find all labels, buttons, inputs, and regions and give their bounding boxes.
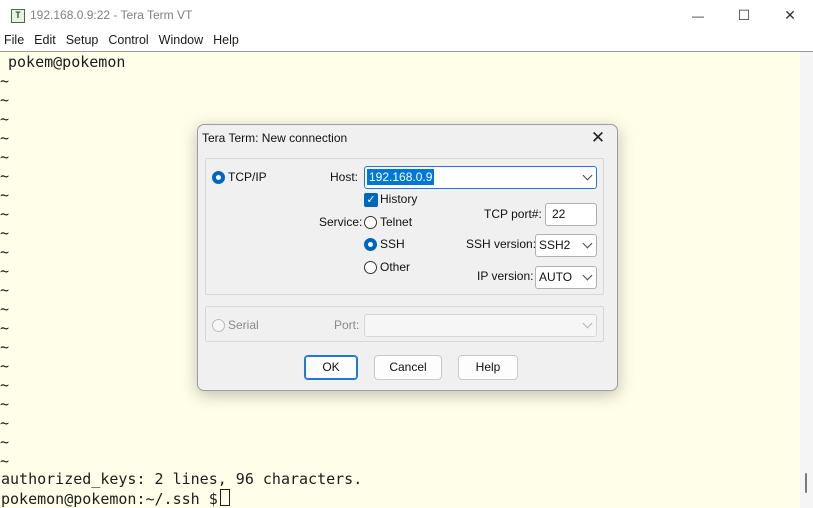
scrollbar-thumb[interactable] — [805, 473, 807, 493]
dialog-close-button[interactable]: ✕ — [587, 127, 609, 149]
vi-tilde: ~ — [0, 224, 10, 242]
menu-bar: File Edit Setup Control Window Help — [0, 31, 813, 52]
terminal-status-line: authorized_keys: 2 lines, 96 characters. — [1, 470, 363, 488]
vi-tilde: ~ — [0, 452, 10, 470]
maximize-icon: ☐ — [737, 7, 751, 23]
terminal-first-line: pokem@pokemon — [8, 53, 126, 71]
new-connection-dialog: Tera Term: New connection ✕ TCP/IP Host:… — [197, 124, 618, 391]
ip-version-select[interactable]: AUTO — [535, 266, 597, 289]
vi-tilde: ~ — [0, 129, 10, 147]
ssh-version-label: SSH version: — [466, 237, 537, 251]
chevron-down-icon[interactable] — [582, 318, 593, 329]
ok-button[interactable]: OK — [304, 355, 358, 380]
help-button[interactable]: Help — [458, 355, 518, 380]
vi-tilde: ~ — [0, 72, 10, 90]
vi-tilde: ~ — [0, 205, 10, 223]
vi-tilde: ~ — [0, 110, 10, 128]
close-window-button[interactable]: ✕ — [767, 0, 813, 31]
dialog-title: Tera Term: New connection — [202, 131, 348, 145]
history-label: History — [380, 192, 418, 206]
vi-tilde: ~ — [0, 91, 10, 109]
vi-tilde: ~ — [0, 395, 10, 413]
ssh-version-value: SSH2 — [539, 238, 571, 252]
checkmark-icon: ✓ — [366, 193, 376, 206]
window-title: 192.168.0.9:22 - Tera Term VT — [30, 8, 193, 22]
history-checkbox[interactable]: ✓ — [364, 193, 378, 207]
menu-help[interactable]: Help — [208, 31, 244, 51]
telnet-radio[interactable] — [364, 216, 377, 229]
minimize-button[interactable]: — — [675, 0, 721, 31]
vi-tilde: ~ — [0, 338, 10, 356]
vi-tilde: ~ — [0, 262, 10, 280]
close-icon: ✕ — [784, 7, 796, 23]
telnet-label: Telnet — [380, 215, 413, 229]
other-label: Other — [380, 260, 411, 274]
vi-tilde: ~ — [0, 414, 10, 432]
ssh-version-select[interactable]: SSH2 — [535, 234, 597, 257]
menu-edit[interactable]: Edit — [29, 31, 61, 51]
vi-tilde: ~ — [0, 186, 10, 204]
chevron-down-icon[interactable] — [582, 170, 593, 181]
menu-file[interactable]: File — [0, 31, 29, 51]
vi-tilde: ~ — [0, 167, 10, 185]
serial-port-select[interactable] — [364, 314, 597, 337]
ssh-label: SSH — [380, 237, 405, 251]
terminal-prompt-line: pokemon@pokemon:~/.ssh $ — [1, 489, 230, 508]
tcp-port-input[interactable]: 22 — [545, 203, 597, 226]
host-value: 192.168.0.9 — [367, 169, 435, 185]
serial-radio[interactable] — [212, 319, 225, 332]
tcpip-radio[interactable] — [212, 171, 225, 184]
menu-control[interactable]: Control — [103, 31, 153, 51]
maximize-button[interactable]: ☐ — [721, 0, 767, 31]
tcp-port-value: 22 — [552, 207, 566, 221]
tcp-port-label: TCP port#: — [484, 207, 542, 221]
serial-label: Serial — [228, 318, 259, 332]
vi-tilde: ~ — [0, 433, 10, 451]
host-label: Host: — [330, 170, 359, 184]
ssh-radio[interactable] — [364, 238, 377, 251]
terminal-cursor — [219, 489, 230, 506]
service-label: Service: — [319, 215, 363, 229]
close-icon: ✕ — [590, 128, 606, 147]
ip-version-label: IP version: — [477, 269, 534, 283]
tera-term-app-icon[interactable]: T — [11, 9, 25, 23]
vi-tilde: ~ — [0, 376, 10, 394]
ip-version-value: AUTO — [539, 270, 573, 284]
terminal-scrollbar[interactable] — [800, 52, 813, 508]
vi-tilde: ~ — [0, 243, 10, 261]
vi-tilde: ~ — [0, 300, 10, 318]
vi-tilde: ~ — [0, 319, 10, 337]
chevron-down-icon[interactable] — [582, 270, 593, 281]
tcpip-label: TCP/IP — [228, 170, 267, 184]
title-bar: T 192.168.0.9:22 - Tera Term VT — ☐ ✕ — [0, 0, 813, 31]
menu-setup[interactable]: Setup — [61, 31, 104, 51]
cancel-button[interactable]: Cancel — [374, 355, 442, 380]
host-combobox[interactable]: 192.168.0.9 — [364, 166, 597, 189]
minimize-icon: — — [692, 8, 704, 23]
vi-tilde: ~ — [0, 357, 10, 375]
terminal-prompt: pokemon@pokemon:~/.ssh $ — [1, 490, 218, 508]
vi-tilde: ~ — [0, 281, 10, 299]
menu-window[interactable]: Window — [154, 31, 208, 51]
chevron-down-icon[interactable] — [582, 238, 593, 249]
vi-tilde: ~ — [0, 148, 10, 166]
other-radio[interactable] — [364, 261, 377, 274]
port-label: Port: — [334, 318, 360, 332]
